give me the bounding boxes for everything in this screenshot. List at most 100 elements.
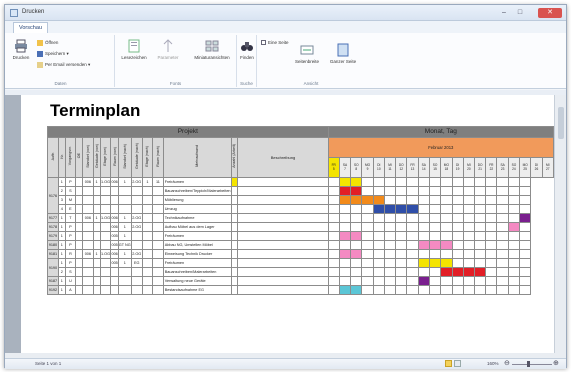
row-vorgang: E: [64, 204, 77, 214]
row-nr: 1: [57, 177, 66, 187]
scroll-thumb[interactable]: [558, 107, 564, 139]
schedule-cell: [417, 177, 430, 187]
table-row: 4 E Umzug: [48, 204, 554, 214]
row-oe: [75, 195, 84, 205]
row-count: [152, 231, 164, 241]
print-button[interactable]: Drucken: [10, 39, 32, 60]
table-row: 9176 1 P 006 1 1.OG 006 1 2.OG 1 11 Freiräumen: [47, 177, 554, 214]
column-header-label: Vorgangsnr.: [68, 146, 73, 166]
row-vorgang: R: [64, 249, 77, 259]
schedule-bar-cell: [507, 222, 521, 232]
column-header-label: OE: [77, 153, 82, 159]
row-value: 006: [82, 213, 94, 223]
schedule-cell: [507, 267, 521, 277]
maximize-icon[interactable]: □: [514, 8, 526, 18]
schedule-cell: [451, 231, 464, 241]
row-oe: [75, 213, 84, 223]
row-nr: 1: [57, 285, 66, 295]
schedule-cell: [230, 276, 239, 286]
schedule-cell: [327, 249, 340, 259]
table-row: 9180 1 P 005 GT NG Abbau NG, Umstellen Möbel: [47, 240, 554, 250]
minimize-icon[interactable]: –: [498, 8, 510, 18]
day-header: DI 10: [372, 157, 385, 178]
zoom-in-icon[interactable]: ⊕: [553, 359, 559, 367]
zoom-slider-thumb[interactable]: [527, 361, 530, 367]
row-value: 1: [92, 249, 101, 259]
schedule-cell: [519, 285, 532, 295]
zoom-out-icon[interactable]: ⊖: [504, 359, 510, 367]
email-button[interactable]: Per Email versenden ▾: [37, 62, 90, 68]
schedule-cell: [485, 240, 498, 250]
schedule-cell: [519, 195, 532, 205]
single-page-view-icon[interactable]: [445, 360, 452, 367]
close-icon[interactable]: ✕: [538, 8, 562, 18]
schedule-bar-cell: [519, 213, 532, 223]
row-description: Technikaufnahme: [162, 213, 232, 223]
day-number: 23: [500, 166, 505, 171]
one-page-checkbox[interactable]: Eine Seite: [261, 40, 289, 46]
day-number: 22: [489, 166, 494, 171]
row-value: [117, 276, 132, 286]
day-header: MO 18: [440, 157, 453, 178]
schedule-bar-cell: [417, 258, 430, 268]
schedule-cell: [417, 249, 430, 259]
schedule-cell: [406, 186, 419, 196]
schedule-cell: [485, 204, 498, 214]
parameter-icon: [163, 39, 173, 52]
document-page: Terminplan Projekt Monat, Tag Auftr. Nr. Vor…: [21, 95, 555, 353]
schedule-cell: [395, 258, 408, 268]
save-button[interactable]: Speichern ▾: [37, 51, 69, 57]
row-nr: 4: [57, 204, 66, 214]
row-value: [99, 195, 112, 205]
schedule-cell: [327, 267, 340, 277]
schedule-cell: [383, 258, 397, 268]
row-value: 005: [110, 240, 119, 250]
schedule-cell: [440, 204, 453, 214]
day-header: MO 9: [361, 157, 374, 178]
vertical-scrollbar[interactable]: [554, 95, 566, 353]
row-value: [110, 267, 119, 277]
schedule-cell: [383, 249, 397, 259]
day-header: DO 12: [395, 157, 408, 178]
row-value: 1: [117, 258, 132, 268]
page-width-button[interactable]: Seitenbreite: [293, 43, 321, 64]
row-vorgang: U: [64, 276, 77, 286]
schedule-cell: [428, 204, 442, 214]
find-button[interactable]: Finden: [238, 39, 256, 60]
row-oe: [75, 186, 84, 196]
schedule-cell: [350, 276, 363, 286]
order-number: 9181: [47, 249, 59, 259]
row-value: [141, 276, 154, 286]
day-header: SO 15: [428, 157, 442, 178]
multi-page-view-icon[interactable]: [454, 360, 461, 367]
row-value: [92, 258, 101, 268]
schedule-cell: [327, 258, 340, 268]
bookmarks-button[interactable]: Lesezeichen: [119, 39, 149, 60]
day-header: FR 13: [406, 157, 419, 178]
mail-icon: [37, 62, 43, 68]
schedule-cell: [462, 177, 475, 187]
schedule-cell: [395, 276, 408, 286]
day-number: 26: [534, 166, 539, 171]
day-header: SA 23: [496, 157, 509, 178]
zoom-slider[interactable]: [512, 364, 552, 365]
row-count: [152, 285, 164, 295]
schedule-cell: [507, 195, 521, 205]
schedule-cell: [237, 213, 329, 223]
schedule-cell: [451, 240, 464, 250]
schedule-cell: [350, 258, 363, 268]
column-header: Etage (von): [99, 137, 112, 178]
thumbnails-button[interactable]: Miniaturansichten: [191, 39, 233, 60]
whole-page-button[interactable]: Ganzer Seite: [329, 43, 357, 64]
schedule-cell: [473, 249, 487, 259]
schedule-cell: [496, 213, 509, 223]
parameter-button[interactable]: Parameter: [153, 39, 183, 60]
open-button[interactable]: Öffnen: [37, 40, 58, 46]
tab-vorschau[interactable]: Vorschau: [13, 22, 48, 33]
schedule-cell: [496, 231, 509, 241]
row-value: [141, 258, 154, 268]
day-number: 24: [512, 166, 516, 171]
schedule-cell: [230, 285, 239, 295]
schedule-cell: [417, 195, 430, 205]
schedule-bar-cell: [361, 195, 374, 205]
